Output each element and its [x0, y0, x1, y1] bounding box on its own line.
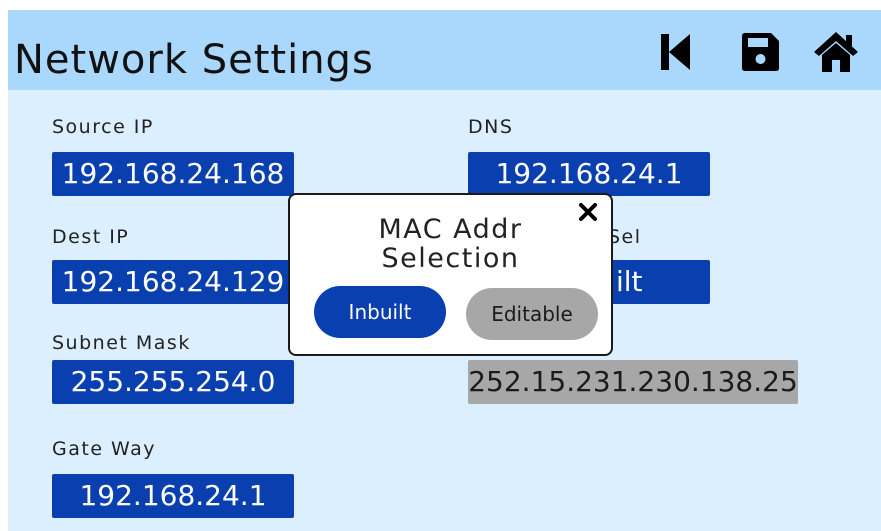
- source-ip-field[interactable]: 192.168.24.168: [52, 152, 294, 196]
- dialog-title-line2: Selection: [381, 243, 520, 274]
- dns-label: DNS: [468, 116, 514, 138]
- mac-address-field: 252.15.231.230.138.25: [468, 360, 798, 404]
- subnet-mask-label: Subnet Mask: [52, 332, 191, 354]
- mac-sel-label: Sel: [608, 226, 642, 248]
- dns-field[interactable]: 192.168.24.1: [468, 152, 710, 196]
- page-title: Network Settings: [14, 37, 374, 83]
- gateway-label: Gate Way: [52, 438, 157, 460]
- editable-button[interactable]: Editable: [466, 288, 598, 340]
- gateway-field[interactable]: 192.168.24.1: [52, 474, 294, 518]
- home-icon[interactable]: [812, 28, 860, 76]
- save-icon[interactable]: [736, 28, 784, 76]
- subnet-mask-field[interactable]: 255.255.254.0: [52, 360, 294, 404]
- dest-ip-field[interactable]: 192.168.24.129: [52, 260, 294, 304]
- inbuilt-button[interactable]: Inbuilt: [314, 286, 446, 338]
- dest-ip-label: Dest IP: [52, 226, 130, 248]
- dialog-title-line1: MAC Addr: [378, 214, 523, 245]
- header-bar: Network Settings: [8, 10, 881, 90]
- dialog-title: MAC Addr Selection: [290, 215, 611, 273]
- mac-addr-selection-dialog: MAC Addr Selection Inbuilt Editable: [288, 193, 613, 356]
- skip-back-icon[interactable]: [652, 28, 700, 76]
- source-ip-label: Source IP: [52, 116, 154, 138]
